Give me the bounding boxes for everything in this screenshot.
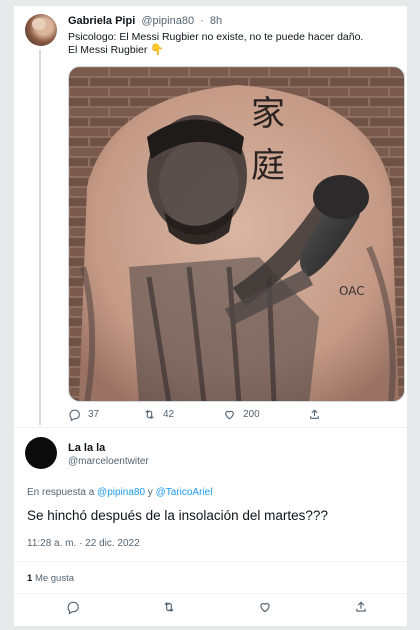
- tweet-thread-card: Gabriela Pipi @pipina80 · 8h Psicologo: …: [14, 6, 407, 626]
- tweet-text-line: El Messi Rugbier 👇: [68, 44, 398, 57]
- tweet-timestamp[interactable]: 11:28 a. m. · 22 dic. 2022: [27, 538, 140, 549]
- mention-link[interactable]: @TaricoAriel: [156, 487, 213, 498]
- tweet-photo[interactable]: 家 庭 OAC: [68, 66, 405, 402]
- reply-icon: [69, 409, 80, 421]
- like-count: 200: [243, 409, 260, 420]
- reply-button[interactable]: 37: [68, 408, 143, 421]
- like-button[interactable]: 200: [223, 408, 308, 421]
- share-button[interactable]: [354, 600, 375, 614]
- tweet-time[interactable]: 8h: [210, 15, 222, 27]
- share-button[interactable]: [308, 408, 328, 421]
- reply-icon: [67, 601, 79, 614]
- tweet-text: Psicologo: El Messi Rugbier no existe, n…: [68, 31, 398, 57]
- pointing-down-emoji: 👇: [150, 44, 165, 56]
- tattoo-signature: OAC: [339, 284, 365, 298]
- reply-prefix: En respuesta a: [27, 487, 95, 498]
- author-name[interactable]: Gabriela Pipi: [68, 15, 135, 27]
- tweet-header: Gabriela Pipi @pipina80 · 8h: [68, 15, 222, 27]
- tweet-text-fragment: El Messi Rugbier: [68, 44, 148, 56]
- tweet-text: Se hinchó después de la insolación del m…: [27, 508, 328, 523]
- author-name[interactable]: La la la: [68, 442, 105, 454]
- avatar[interactable]: [25, 14, 57, 46]
- tattoo-photo-illustration: 家 庭 OAC: [69, 67, 404, 401]
- reply-conjunction: y: [147, 487, 153, 498]
- divider: [14, 593, 407, 594]
- heart-icon: [225, 410, 234, 420]
- divider: [14, 561, 407, 562]
- heart-icon: [260, 603, 270, 613]
- retweet-count: 42: [163, 409, 175, 420]
- likes-label: Me gusta: [34, 573, 75, 584]
- reply-context: En respuesta a @pipina80 y @TaricoAriel: [27, 487, 212, 498]
- author-handle[interactable]: @pipina80: [141, 15, 194, 27]
- tattoo-glyph-top: 家: [251, 94, 285, 134]
- retweet-icon: [145, 409, 154, 420]
- retweet-button[interactable]: [162, 600, 258, 614]
- share-icon: [310, 409, 319, 419]
- avatar[interactable]: [25, 437, 57, 469]
- reply-count: 37: [88, 409, 100, 420]
- share-icon: [356, 601, 366, 612]
- meta-separator: ·: [200, 15, 204, 27]
- tweet-actions: [66, 600, 375, 614]
- likes-count: 1: [27, 573, 33, 584]
- retweet-button[interactable]: 42: [143, 408, 223, 421]
- likes-summary[interactable]: 1 Me gusta: [27, 573, 74, 584]
- tweet-actions: 37 42 200: [68, 408, 328, 421]
- mention-link[interactable]: @pipina80: [97, 487, 145, 498]
- tweet-text-line: Psicologo: El Messi Rugbier no existe, n…: [68, 31, 364, 43]
- retweet-icon: [164, 602, 174, 612]
- divider: [14, 427, 407, 428]
- like-button[interactable]: [258, 600, 354, 614]
- thread-connector-line: [39, 50, 41, 425]
- author-handle[interactable]: @marceloentwiter: [68, 456, 149, 467]
- tattoo-glyph-bottom: 庭: [251, 146, 285, 186]
- reply-button[interactable]: [66, 600, 162, 614]
